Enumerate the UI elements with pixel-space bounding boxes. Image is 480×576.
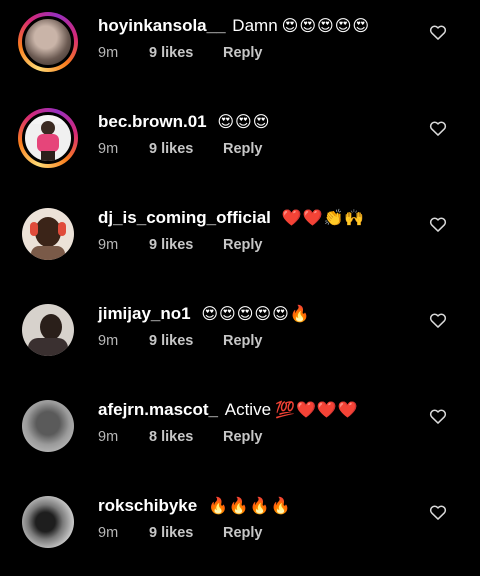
heart-outline-icon[interactable] [428,406,448,426]
heart-outline-icon[interactable] [428,22,448,42]
heart-outline-icon[interactable] [428,502,448,522]
avatar-wrapper[interactable] [18,204,78,264]
comment-list: hoyinkansola__ Damn 😍😍😍😍😍 9m 9 likes Repl… [0,0,480,572]
comment-username[interactable]: bec.brown.01 [98,112,207,131]
avatar[interactable] [22,16,74,68]
comment-likes[interactable]: 9 likes [149,141,223,157]
heart-outline-icon[interactable] [428,310,448,330]
reply-button[interactable]: Reply [223,45,263,61]
reply-button[interactable]: Reply [223,429,263,445]
comment-time: 9m [98,45,119,61]
avatar-wrapper[interactable] [18,300,78,360]
reply-button[interactable]: Reply [223,333,263,349]
comment-time: 9m [98,237,119,253]
comment-likes[interactable]: 9 likes [149,237,223,253]
avatar[interactable] [22,400,74,452]
comment-username[interactable]: dj_is_coming_official [98,208,271,227]
comment-emojis: 😍😍😍😍😍🔥 [201,306,311,323]
comment-likes[interactable]: 8 likes [149,429,223,445]
comment-item: hoyinkansola__ Damn 😍😍😍😍😍 9m 9 likes Repl… [0,0,480,96]
avatar[interactable] [22,208,74,260]
heart-outline-icon[interactable] [428,118,448,138]
story-ring[interactable] [18,12,78,72]
comment-time: 9m [98,429,119,445]
comment-time: 9m [98,333,119,349]
comment-username[interactable]: hoyinkansola__ [98,16,226,35]
comment-username[interactable]: afejrn.mascot_ [98,400,218,419]
comment-item: afejrn.mascot_ Active 💯❤️❤️❤️ 9m 8 likes … [0,384,480,480]
comment-emojis: 🔥🔥🔥🔥 [207,498,292,515]
comment-item: jimijay_no1 😍😍😍😍😍🔥 9m 9 likes Reply [0,288,480,384]
comment-emojis: 😍😍😍😍😍 [281,18,371,35]
heart-outline-icon[interactable] [428,214,448,234]
story-ring[interactable] [18,108,78,168]
comment-emojis: ❤️❤️👏🙌 [281,210,366,227]
avatar-wrapper[interactable] [18,492,78,552]
reply-button[interactable]: Reply [223,141,263,157]
comment-item: dj_is_coming_official ❤️❤️👏🙌 9m 9 likes … [0,192,480,288]
comment-username[interactable]: jimijay_no1 [98,304,191,323]
comment-emojis: 😍😍😍 [217,114,271,131]
comment-time: 9m [98,141,119,157]
comment-likes[interactable]: 9 likes [149,45,223,61]
comment-item: bec.brown.01 😍😍😍 9m 9 likes Reply [0,96,480,192]
comment-likes[interactable]: 9 likes [149,333,223,349]
avatar[interactable] [22,304,74,356]
comment-text: Active [224,400,272,419]
comment-time: 9m [98,525,119,541]
avatar[interactable] [22,112,74,164]
comment-username[interactable]: rokschibyke [98,496,197,515]
avatar[interactable] [22,496,74,548]
comment-item: rokschibyke 🔥🔥🔥🔥 9m 9 likes Reply [0,480,480,576]
reply-button[interactable]: Reply [223,237,263,253]
comment-text: Damn [232,16,278,35]
comment-likes[interactable]: 9 likes [149,525,223,541]
comment-emojis: 💯❤️❤️❤️ [275,402,359,419]
avatar-wrapper[interactable] [18,396,78,456]
reply-button[interactable]: Reply [223,525,263,541]
